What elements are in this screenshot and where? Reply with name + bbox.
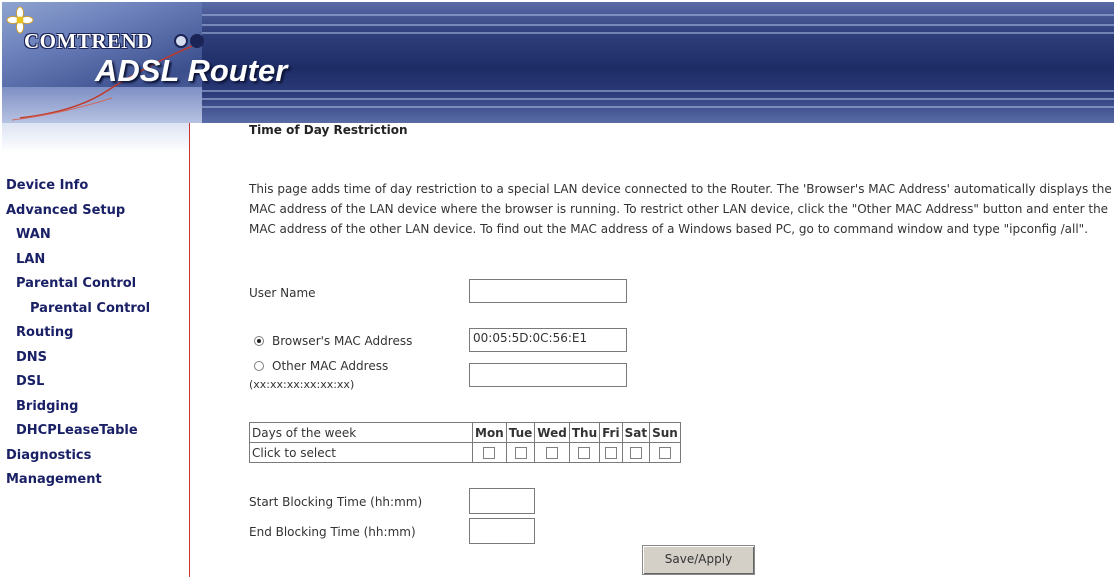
sidebar-item-diagnostics[interactable]: Diagnostics [6,448,91,463]
browser-mac-field[interactable]: 00:05:5D:0C:56:E1 [469,328,627,352]
day-cell-thu [568,442,601,463]
user-name-label: User Name [249,286,316,300]
sidebar: Device Info Advanced Setup WAN LAN Paren… [2,123,190,577]
day-header-thu: Thu [568,422,601,443]
day-cell-sun [649,442,681,463]
day-header-mon: Mon [472,422,507,443]
days-table: Days of the week Mon Tue Wed Thu Fri Sat… [249,422,681,463]
header-banner: COMTREND ADSL Router [2,2,1114,123]
day-header-wed: Wed [534,422,570,443]
day-cell-mon [472,442,507,463]
sidebar-item-routing[interactable]: Routing [16,325,73,340]
product-title: ADSL Router [95,53,288,88]
table-row: Click to select [249,442,681,463]
main-content: Time of Day Restriction This page adds t… [190,123,1119,577]
sidebar-item-device-info[interactable]: Device Info [6,178,88,193]
day-header-tue: Tue [505,422,536,443]
day-checkbox-sun[interactable] [658,447,671,459]
sidebar-subitem-parental-control[interactable]: Parental Control [30,301,150,316]
days-header-label: Days of the week [249,422,473,443]
day-cell-wed [534,442,570,463]
day-checkbox-fri[interactable] [604,447,617,459]
day-cell-fri [599,442,623,463]
table-row: Days of the week Mon Tue Wed Thu Fri Sat… [249,422,681,443]
sidebar-item-wan[interactable]: WAN [16,227,51,242]
browser-mac-label: Browser's MAC Address [272,334,413,348]
sidebar-item-lan[interactable]: LAN [16,252,45,267]
day-header-sat: Sat [621,422,651,443]
sidebar-item-dsl[interactable]: DSL [16,374,44,389]
brand-logo-text: COMTREND [24,29,153,53]
sidebar-item-parental-control[interactable]: Parental Control [16,276,136,291]
other-mac-input[interactable] [469,363,627,387]
other-mac-label: Other MAC Address [272,359,389,373]
sidebar-item-bridging[interactable]: Bridging [16,399,78,414]
day-header-fri: Fri [599,422,623,443]
day-checkbox-thu[interactable] [578,447,591,459]
browser-mac-radio[interactable] [254,336,264,346]
other-mac-format-hint: (xx:xx:xx:xx:xx:xx) [249,378,355,391]
days-select-label: Click to select [249,442,473,463]
start-blocking-time-input[interactable] [469,488,535,514]
save-apply-button[interactable]: Save/Apply [642,545,755,575]
logo-dot-icon [174,34,188,48]
sidebar-item-management[interactable]: Management [6,472,102,487]
page-title: Time of Day Restriction [249,123,408,137]
logo-dot-icon [190,34,204,48]
day-cell-tue [505,442,536,463]
end-blocking-time-label: End Blocking Time (hh:mm) [249,525,416,539]
end-blocking-time-input[interactable] [469,518,535,544]
sidebar-item-dns[interactable]: DNS [16,350,47,365]
day-checkbox-tue[interactable] [514,447,527,459]
day-cell-sat [621,442,651,463]
other-mac-radio[interactable] [254,361,264,371]
sidebar-item-advanced-setup[interactable]: Advanced Setup [6,203,125,218]
start-blocking-time-label: Start Blocking Time (hh:mm) [249,495,423,509]
page-description: This page adds time of day restriction t… [249,182,1112,236]
day-checkbox-sat[interactable] [629,447,642,459]
day-checkbox-mon[interactable] [483,447,496,459]
day-header-sun: Sun [649,422,681,443]
user-name-input[interactable] [469,279,627,303]
day-checkbox-wed[interactable] [546,447,559,459]
sidebar-item-dhcpleasetable[interactable]: DHCPLeaseTable [16,423,138,438]
